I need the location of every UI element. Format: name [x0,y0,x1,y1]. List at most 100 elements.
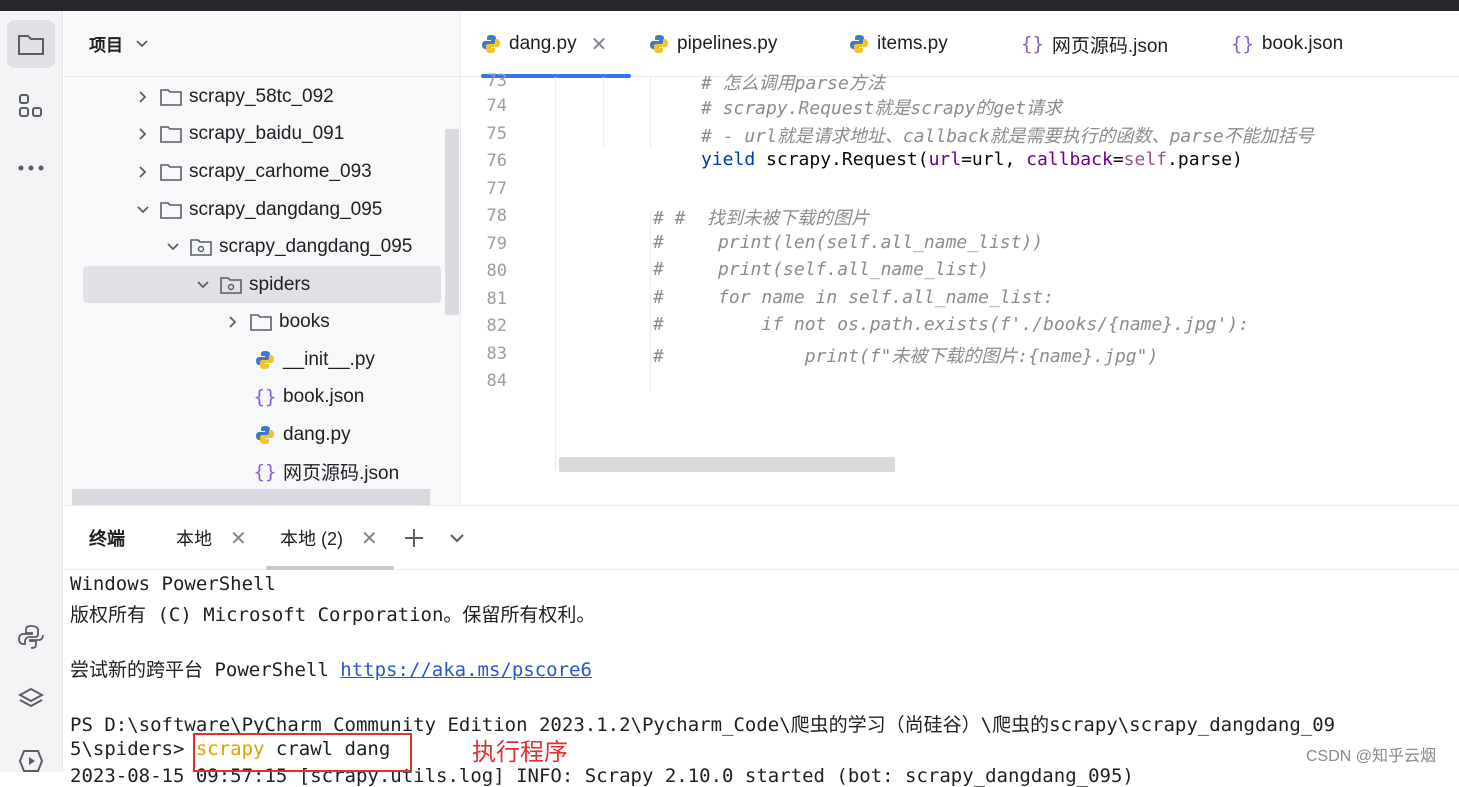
prompt-path: 5\spiders> [70,738,196,760]
code-line-73[interactable]: # 怎么调用parse方法 [701,69,885,95]
layers-icon [18,687,44,708]
tab-local-2[interactable]: 本地 (2) ✕ [280,506,378,570]
run-services-icon [18,750,44,772]
close-icon[interactable]: ✕ [591,32,608,57]
project-panel-header[interactable]: 项目 [64,11,460,77]
line-number: 78 [486,206,507,226]
folder-icon [250,312,272,332]
code-line-74[interactable]: # scrapy.Request就是scrapy的get请求 [701,94,1062,120]
line-number: 75 [486,124,507,144]
chevron-down-icon[interactable] [135,39,149,49]
tree-item-scrapy-dangdang-095-package[interactable]: scrapy_dangdang_095 [64,228,444,265]
tree-item-label: spiders [249,273,311,295]
chevron-right-icon[interactable] [134,163,152,181]
code-text: .parse) [1167,149,1243,170]
terminal-tab-bar: 终端 本地 ✕ 本地 (2) ✕ [64,506,1459,570]
plus-icon [405,529,423,547]
project-tool-button[interactable] [7,20,55,68]
tab-dang-py[interactable]: dang.py ✕ [481,11,631,78]
more-tools-button[interactable] [7,144,55,192]
line-number: 80 [486,261,507,281]
chevron-right-icon[interactable] [224,313,242,331]
terminal-dropdown-button[interactable] [449,506,465,570]
code-line-80[interactable]: # print(self.all_name_list) [653,259,989,280]
line-number: 76 [486,151,507,171]
chevron-right-icon[interactable] [134,88,152,106]
tab-label: pipelines.py [677,33,778,54]
package-icon [220,275,242,295]
tab-label: 本地 (2) [280,529,343,549]
python-console-icon [18,625,44,649]
watermark: CSDN @知乎云烟 [1306,748,1437,765]
project-horizontal-scrollbar[interactable] [72,489,430,505]
json-icon: {} [253,460,277,483]
code-text: =url, [961,149,1027,170]
json-icon: {} [1021,33,1044,55]
tab-pipelines-py[interactable]: pipelines.py [649,11,777,77]
tree-item-scrapy-baidu-091[interactable]: scrapy_baidu_091 [64,115,444,152]
code-line-82[interactable]: # if not os.path.exists(f'./books/{name}… [653,314,1249,335]
line-number: 73 [486,71,507,91]
command-highlight-box [193,733,412,772]
active-tab-indicator [266,566,394,570]
tab-items-py[interactable]: items.py [849,11,948,77]
project-panel-title: 项目 [89,36,123,55]
chevron-right-icon[interactable] [134,125,152,143]
tree-item-webpage-source-json[interactable]: {} 网页源码.json [64,453,444,490]
tree-item-label: scrapy_dangdang_095 [189,198,383,220]
python-icon [482,35,500,53]
close-icon[interactable]: ✕ [361,526,378,551]
code-line-75[interactable]: # - url就是请求地址、callback就是需要执行的函数、parse不能加… [701,122,1314,148]
tree-item-scrapy-carhome-093[interactable]: scrapy_carhome_093 [64,153,444,190]
code-editor: dang.py ✕ pipelines.py items.py {} 网页源码.… [461,11,1459,505]
pscore6-link[interactable]: https://aka.ms/pscore6 [340,659,592,681]
tree-item-scrapy-58tc-092[interactable]: scrapy_58tc_092 [64,78,444,115]
editor-tab-bar: dang.py ✕ pipelines.py items.py {} 网页源码.… [461,11,1459,78]
layers-tool-button[interactable] [7,675,55,723]
tree-item-init-py[interactable]: __init__.py [64,341,444,378]
python-icon [650,35,668,53]
line-number: 84 [486,371,507,391]
code-line-79[interactable]: # print(len(self.all_name_list)) [653,232,1043,253]
code-param: callback [1026,149,1113,170]
folder-icon [160,200,182,220]
close-icon[interactable]: ✕ [230,526,247,551]
python-icon [850,35,868,53]
line-number: 82 [486,316,507,336]
tree-item-label: 网页源码.json [283,463,400,484]
folder-icon [160,87,182,107]
tree-item-label: books [279,310,330,332]
terminal-line: 版权所有 (C) Microsoft Corporation。保留所有权利。 [70,604,596,626]
structure-tool-button[interactable] [7,82,55,130]
chevron-down-icon[interactable] [194,276,212,294]
code-line-83[interactable]: # print(f"未被下载的图片:{name}.jpg") [653,342,1158,368]
tree-item-dang-py[interactable]: dang.py [64,416,444,453]
new-terminal-button[interactable] [404,506,424,570]
python-console-button[interactable] [7,613,55,661]
tree-item-book-json[interactable]: {} book.json [64,378,444,415]
tree-item-scrapy-dangdang-095[interactable]: scrapy_dangdang_095 [64,191,444,228]
json-icon: {} [1231,33,1254,55]
code-text: scrapy.Request( [755,149,929,170]
tab-webpage-source-json[interactable]: {} 网页源码.json [1021,11,1168,77]
more-icon [18,165,44,171]
tree-item-spiders[interactable]: spiders [83,266,441,303]
chevron-down-icon[interactable] [164,238,182,256]
tab-book-json[interactable]: {} book.json [1231,11,1343,77]
line-number: 74 [486,96,507,116]
line-number: 83 [486,344,507,364]
editor-horizontal-scrollbar[interactable] [559,457,895,472]
tree-item-books[interactable]: books [64,303,444,340]
code-line-78[interactable]: # # 找到未被下载的图片 [653,204,869,230]
tab-label: 本地 [176,529,212,549]
code-param: url [928,149,962,170]
tab-local[interactable]: 本地 ✕ [176,506,247,570]
project-vertical-scrollbar[interactable] [445,129,459,315]
line-number-gutter: 73 74 75 76 77 78 79 80 81 82 83 84 [461,71,556,471]
package-icon [190,237,212,257]
services-tool-button[interactable] [7,737,55,785]
code-line-81[interactable]: # for name in self.all_name_list: [653,287,1054,308]
tab-label: items.py [877,33,948,54]
code-line-76[interactable]: yield scrapy.Request(url=url, callback=s… [701,149,1243,170]
chevron-down-icon[interactable] [134,201,152,219]
